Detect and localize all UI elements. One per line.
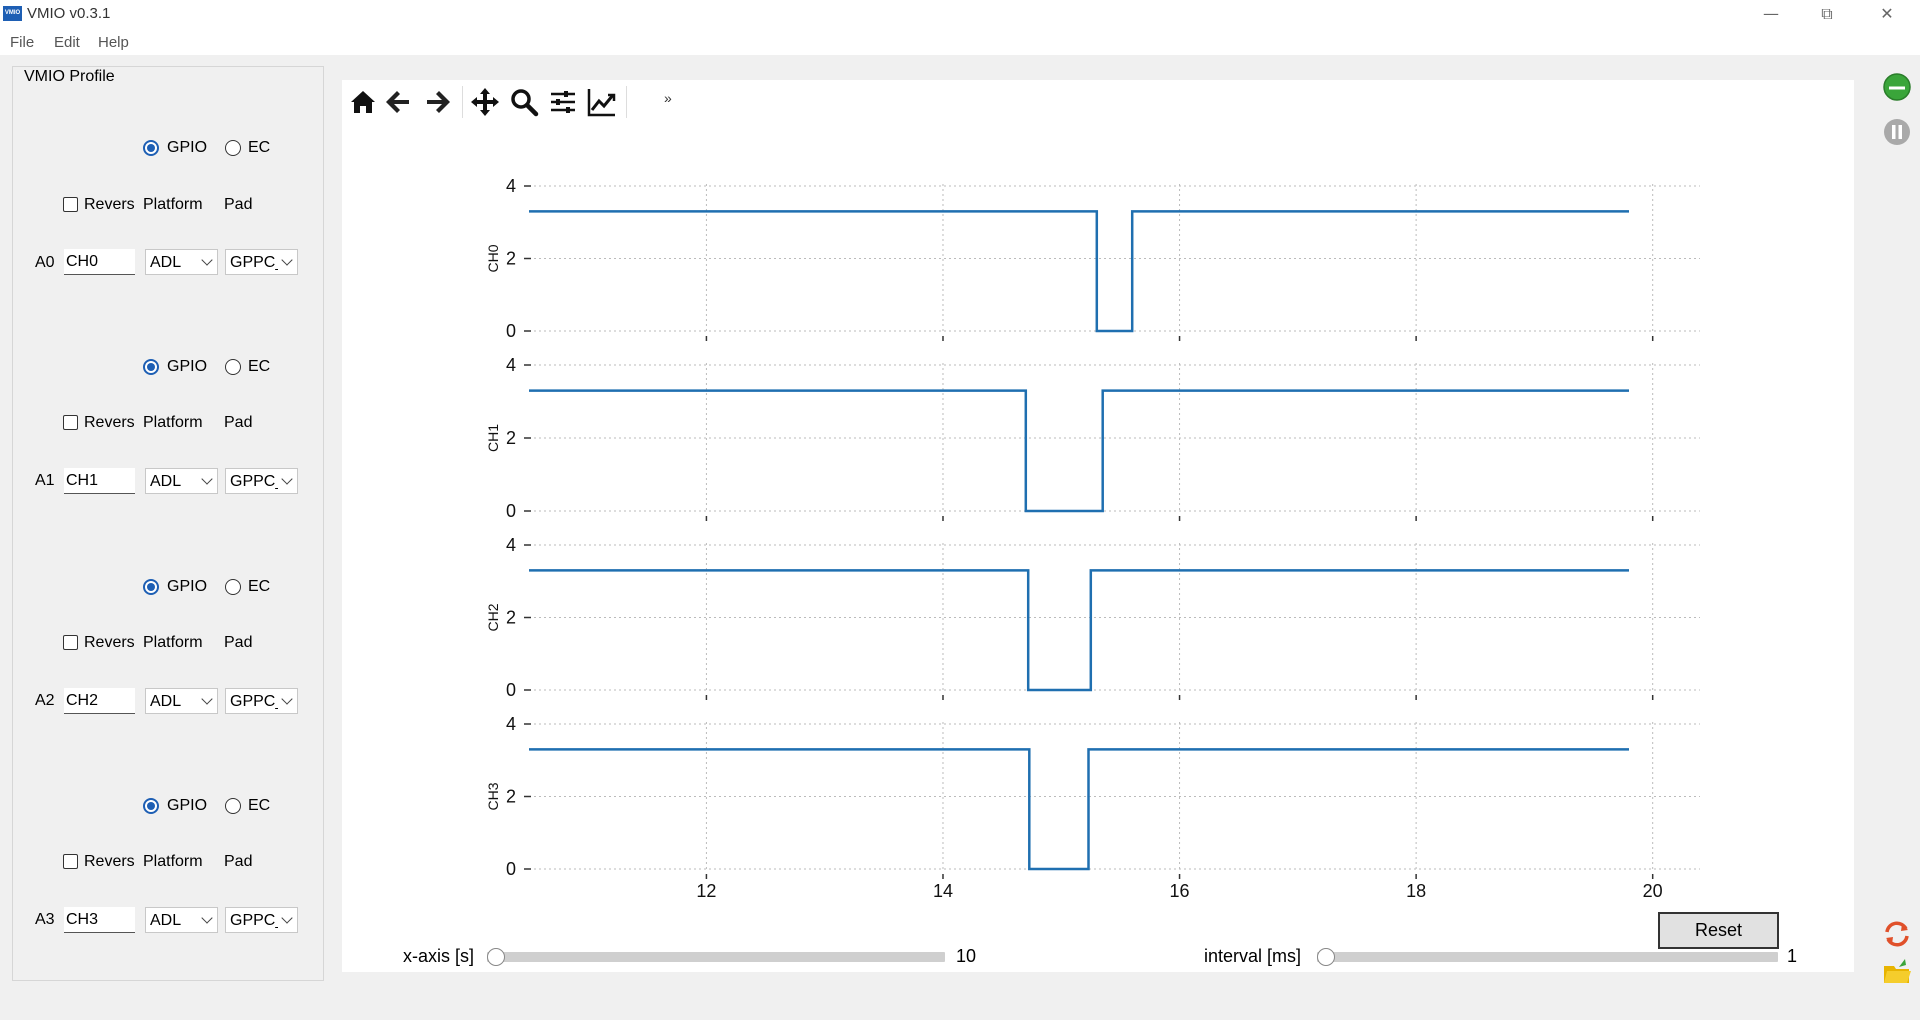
waveform-plots: 0 2 4 CH0 0 2 4 CH1 0 2 4 CH2 12 14 16 18 20 0 2 4 CH3 [485, 176, 1700, 901]
y-axis-label: CH0 [485, 244, 501, 272]
pause-icon [1884, 119, 1910, 145]
y-tick-label: 0 [506, 321, 516, 341]
pause-button[interactable] [1882, 117, 1912, 147]
interval-label: interval [ms] [1204, 946, 1302, 966]
y-tick-label: 2 [506, 608, 516, 628]
refresh-icon [1885, 921, 1909, 947]
y-tick-label: 0 [506, 501, 516, 521]
open-folder-button[interactable] [1882, 956, 1912, 986]
start-icon [1883, 73, 1911, 101]
interval-slider-handle[interactable] [1317, 948, 1335, 966]
open-folder-icon [1884, 959, 1911, 983]
y-axis-label: CH2 [485, 603, 501, 631]
interval-value: 1 [1787, 946, 1798, 966]
y-axis-label: CH1 [485, 424, 501, 452]
start-button[interactable] [1882, 72, 1912, 102]
signal-line [529, 210, 1629, 333]
y-tick-label: 2 [506, 249, 516, 269]
xaxis-label: x-axis [s] [403, 946, 475, 966]
interval-slider-track[interactable] [1317, 952, 1778, 962]
xaxis-slider-handle[interactable] [487, 948, 505, 966]
x-tick-label: 14 [933, 881, 953, 901]
y-tick-label: 2 [506, 428, 516, 448]
x-tick-label: 20 [1643, 881, 1663, 901]
y-tick-label: 4 [506, 535, 516, 555]
y-tick-label: 0 [506, 859, 516, 879]
signal-line [529, 569, 1629, 692]
y-tick-label: 2 [506, 787, 516, 807]
y-tick-label: 4 [506, 714, 516, 734]
x-tick-label: 12 [696, 881, 716, 901]
y-tick-label: 0 [506, 680, 516, 700]
signal-line [529, 389, 1629, 513]
x-tick-label: 16 [1170, 881, 1190, 901]
x-tick-label: 18 [1406, 881, 1426, 901]
y-tick-label: 4 [506, 355, 516, 375]
refresh-button[interactable] [1882, 919, 1912, 949]
signal-line [529, 748, 1629, 871]
y-tick-label: 4 [506, 176, 516, 196]
xaxis-value: 10 [956, 946, 977, 966]
xaxis-slider-track[interactable] [487, 952, 945, 962]
reset-button[interactable]: Reset [1658, 912, 1779, 949]
y-axis-label: CH3 [485, 782, 501, 810]
